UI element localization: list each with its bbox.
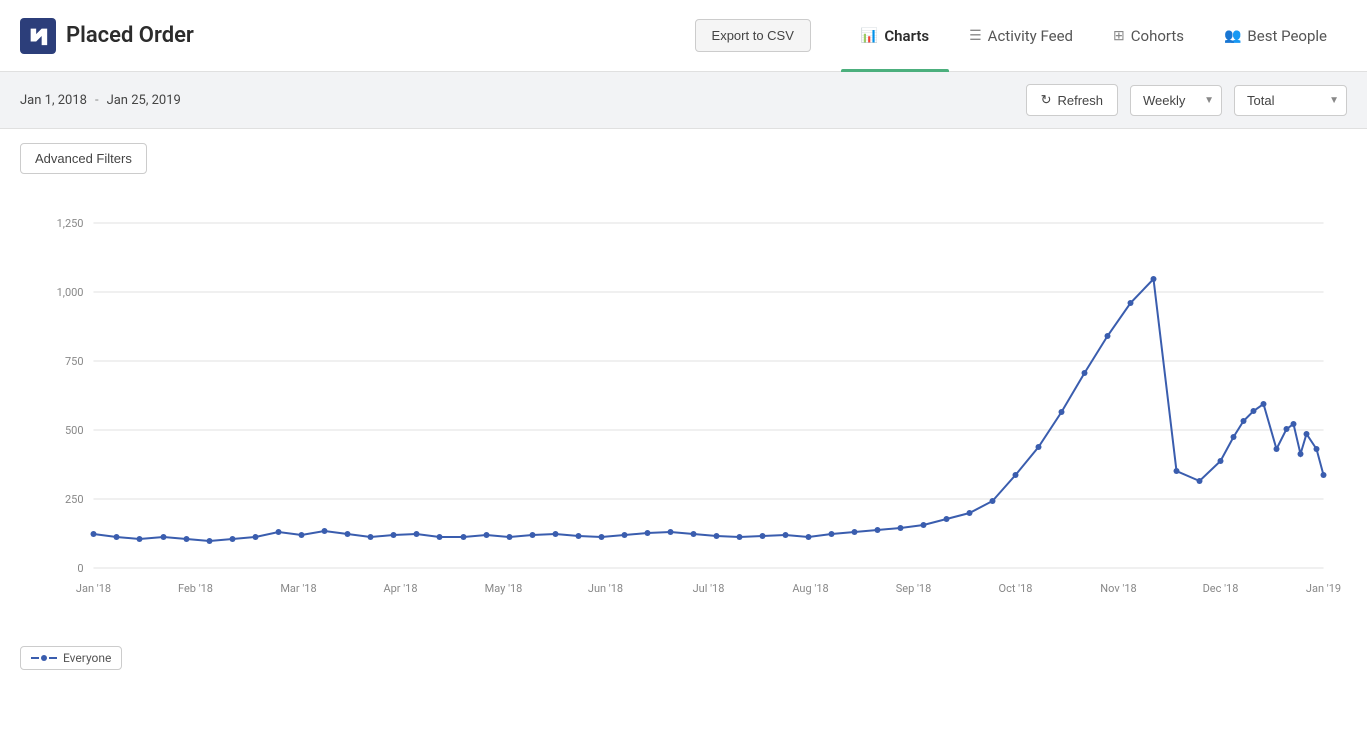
metric-select[interactable]: Total Unique Percentage: [1234, 85, 1347, 116]
page-title: Placed Order: [66, 23, 194, 48]
svg-text:Dec '18: Dec '18: [1203, 582, 1239, 595]
svg-text:Oct '18: Oct '18: [999, 582, 1033, 595]
svg-text:Aug '18: Aug '18: [792, 582, 828, 595]
period-select-wrapper: Daily Weekly Monthly ▼: [1130, 85, 1222, 116]
refresh-icon: ↻: [1041, 92, 1052, 108]
svg-text:May '18: May '18: [485, 582, 523, 595]
date-end[interactable]: Jan 25, 2019: [107, 93, 181, 108]
date-separator: -: [95, 93, 99, 108]
svg-text:Feb '18: Feb '18: [178, 582, 213, 595]
app-logo: [20, 18, 56, 54]
list-icon: ☰: [969, 28, 982, 44]
export-csv-button[interactable]: Export to CSV: [695, 19, 811, 52]
svg-text:Apr '18: Apr '18: [383, 582, 417, 595]
date-start[interactable]: Jan 1, 2018: [20, 93, 87, 108]
bar-chart-icon: 📊: [861, 28, 878, 44]
legend-everyone-label: Everyone: [63, 651, 111, 665]
filters-bar: Advanced Filters: [0, 129, 1367, 178]
svg-text:500: 500: [65, 424, 84, 437]
chart-legend: Everyone: [0, 638, 1367, 680]
advanced-filters-button[interactable]: Advanced Filters: [20, 143, 147, 174]
svg-text:Jul '18: Jul '18: [693, 582, 725, 595]
chart-area: 0 250 500 750 1,000 1,250 Jan '18 Feb '1…: [0, 178, 1367, 638]
tab-best-people[interactable]: 👥 Best People: [1204, 0, 1347, 72]
date-range: Jan 1, 2018 - Jan 25, 2019: [20, 93, 181, 108]
tab-charts[interactable]: 📊 Charts: [841, 0, 949, 72]
logo-area: Placed Order: [20, 18, 194, 54]
svg-text:Sep '18: Sep '18: [896, 582, 932, 595]
svg-text:1,250: 1,250: [57, 217, 84, 230]
table-icon: ⊞: [1113, 28, 1125, 44]
svg-text:Jan '19: Jan '19: [1306, 582, 1341, 595]
svg-text:Jun '18: Jun '18: [588, 582, 623, 595]
refresh-button[interactable]: ↻ Refresh: [1026, 84, 1118, 116]
svg-text:750: 750: [65, 355, 84, 368]
period-select[interactable]: Daily Weekly Monthly: [1130, 85, 1222, 116]
legend-everyone[interactable]: Everyone: [20, 646, 122, 670]
people-icon: 👥: [1224, 28, 1241, 44]
app-header: Placed Order Export to CSV 📊 Charts ☰ Ac…: [0, 0, 1367, 72]
chart-svg-container: 0 250 500 750 1,000 1,250 Jan '18 Feb '1…: [20, 188, 1347, 618]
metric-select-wrapper: Total Unique Percentage ▼: [1234, 85, 1347, 116]
tab-activity-feed[interactable]: ☰ Activity Feed: [949, 0, 1093, 72]
tab-cohorts[interactable]: ⊞ Cohorts: [1093, 0, 1204, 72]
svg-text:0: 0: [77, 562, 83, 575]
chart-toolbar: Jan 1, 2018 - Jan 25, 2019 ↻ Refresh Dai…: [0, 72, 1367, 129]
svg-text:250: 250: [65, 493, 84, 506]
svg-text:Mar '18: Mar '18: [280, 582, 316, 595]
svg-text:Jan '18: Jan '18: [76, 582, 111, 595]
svg-text:1,000: 1,000: [57, 286, 84, 299]
main-nav: 📊 Charts ☰ Activity Feed ⊞ Cohorts 👥 Bes…: [841, 0, 1347, 71]
svg-text:Nov '18: Nov '18: [1100, 582, 1136, 595]
